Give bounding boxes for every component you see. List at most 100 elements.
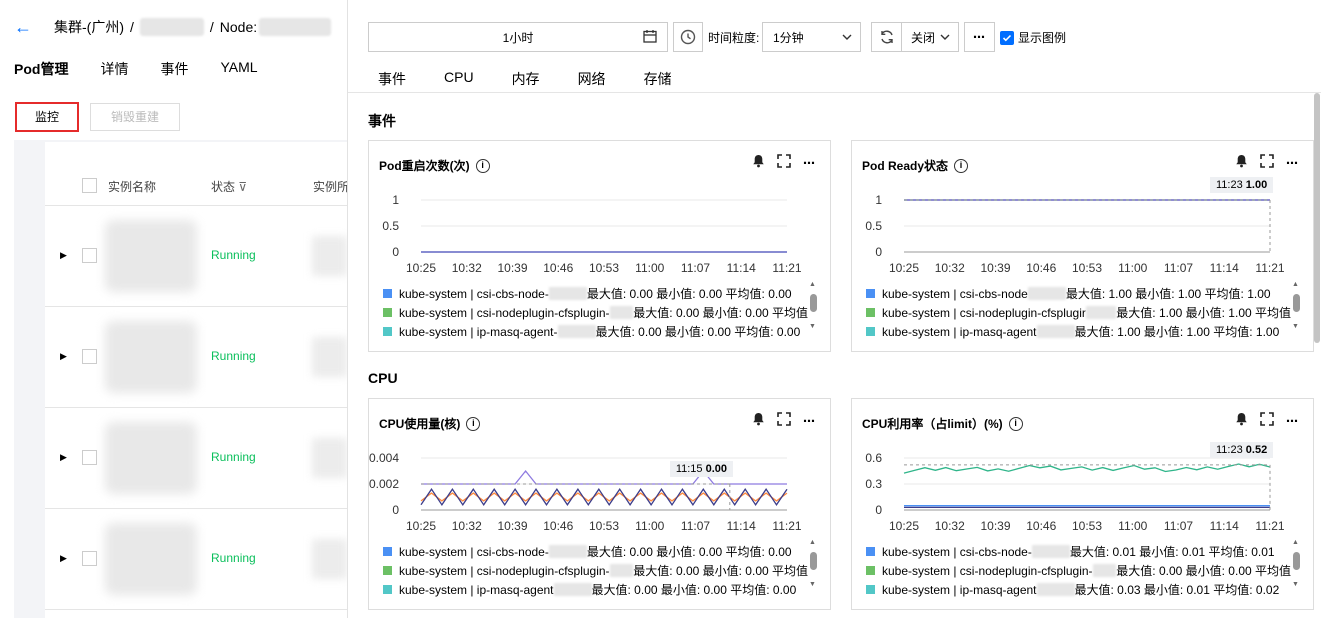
scrollbar-thumb[interactable] [1293, 294, 1300, 312]
bell-icon[interactable] [1235, 412, 1248, 429]
legend-item[interactable]: kube-system | csi-cbs-node- 最大值: 0.00 最小… [383, 284, 808, 303]
x-tick-label: 10:39 [497, 261, 527, 275]
expand-icon[interactable]: ▶ [60, 452, 67, 463]
chevron-down-icon [842, 30, 852, 47]
scroll-up-icon[interactable]: ▲ [1292, 539, 1299, 546]
action-bar: 监控 销毁重建 [0, 82, 347, 140]
scroll-down-icon[interactable]: ▼ [809, 581, 816, 588]
fullscreen-icon[interactable] [1260, 154, 1274, 171]
filter-icon[interactable]: ⊽ [238, 180, 247, 194]
scroll-down-icon[interactable]: ▼ [1292, 323, 1299, 330]
legend-item[interactable]: kube-system | ip-masq-agent 最大值: 0.00 最小… [383, 580, 808, 599]
expand-icon[interactable]: ▶ [60, 553, 67, 564]
legend-item[interactable]: kube-system | csi-cbs-node- 最大值: 0.01 最小… [866, 542, 1291, 561]
checkbox-checked-icon[interactable] [1000, 30, 1014, 45]
pod-name-masked[interactable] [105, 422, 197, 494]
legend-item[interactable]: kube-system | csi-nodeplugin-cfsplugin- … [383, 561, 808, 580]
header-status[interactable]: 状态 ⊽ [211, 178, 247, 195]
select-all-checkbox[interactable] [82, 178, 97, 193]
refresh-icon[interactable] [871, 22, 902, 52]
pod-name-masked[interactable] [105, 321, 197, 393]
row-checkbox[interactable] [82, 450, 97, 465]
more-icon[interactable]: ⋯ [803, 156, 816, 170]
x-tick-label: 10:46 [543, 261, 573, 275]
row-checkbox[interactable] [82, 551, 97, 566]
masked-cell [312, 539, 347, 579]
scroll-up-icon[interactable]: ▲ [1292, 281, 1299, 288]
legend-scrollbar[interactable]: ▲ ▼ [808, 281, 818, 336]
auto-refresh-value: 关闭 [911, 30, 936, 45]
pod-name-masked[interactable] [105, 220, 197, 292]
line-chart[interactable]: 1 0.5 0 10:25 10:32 10:39 10:46 10:53 11:00 11:07… [852, 181, 1315, 281]
rebuild-button[interactable]: 销毁重建 [90, 103, 180, 131]
line-chart[interactable]: 0.004 0.002 0 10:25 10:32 10:39 10:46 10:53 11:0… [369, 439, 832, 539]
clock-icon[interactable] [673, 22, 703, 52]
expand-icon[interactable]: ▶ [60, 351, 67, 362]
info-icon[interactable]: i [466, 416, 481, 431]
fullscreen-icon[interactable] [777, 154, 791, 171]
chart-legend: kube-system | csi-cbs-node- 最大值: 0.00 最小… [383, 284, 808, 341]
info-icon[interactable]: i [475, 158, 490, 173]
info-icon[interactable]: i [954, 158, 969, 173]
masked-cell [312, 337, 347, 377]
bell-icon[interactable] [752, 154, 765, 171]
scrollbar-thumb[interactable] [1314, 93, 1320, 343]
x-tick-label: 10:25 [406, 261, 436, 275]
legend-item[interactable]: kube-system | ip-masq-agent- 最大值: 0.00 最… [383, 322, 808, 341]
legend-item[interactable]: kube-system | ip-masq-agent 最大值: 1.00 最小… [866, 322, 1291, 341]
legend-item[interactable]: kube-system | csi-nodeplugin-cfsplugin- … [866, 561, 1291, 580]
legend-item[interactable]: kube-system | ip-masq-agent 最大值: 0.03 最小… [866, 580, 1291, 599]
drawer-scrollbar[interactable] [1313, 93, 1321, 618]
more-icon[interactable]: ⋯ [1286, 414, 1299, 428]
metric-tab-memory[interactable]: 内存 [512, 69, 540, 89]
row-checkbox[interactable] [82, 248, 97, 263]
more-icon[interactable]: ⋯ [803, 414, 816, 428]
line-chart[interactable]: 1 0.5 0 10:25 10:32 10:39 10:46 10:53 11:00 11:07… [369, 181, 832, 281]
granularity-value: 1分钟 [773, 30, 804, 45]
x-tick-label: 10:39 [980, 519, 1010, 533]
auto-refresh-select[interactable]: 关闭 [901, 22, 959, 52]
scroll-down-icon[interactable]: ▼ [1292, 581, 1299, 588]
legend-item[interactable]: kube-system | csi-cbs-node 最大值: 1.00 最小值… [866, 284, 1291, 303]
series-line [420, 488, 788, 506]
row-checkbox[interactable] [82, 349, 97, 364]
time-range-picker[interactable]: 1小时 [368, 22, 668, 52]
more-icon[interactable]: ⋯ [964, 22, 995, 52]
breadcrumb-cluster[interactable]: 集群-(广州) [54, 17, 124, 37]
show-legend-checkbox[interactable]: 显示图例 [1000, 29, 1066, 46]
monitor-button[interactable]: 监控 [15, 102, 79, 132]
legend-item[interactable]: kube-system | csi-cbs-node- 最大值: 0.00 最小… [383, 542, 808, 561]
metric-tab-cpu[interactable]: CPU [444, 69, 474, 89]
info-icon[interactable]: i [1008, 416, 1023, 431]
legend-series-name: kube-system | csi-nodeplugin-cfsplugin- [399, 305, 610, 320]
x-tick-label: 10:32 [452, 519, 482, 533]
granularity-select[interactable]: 1分钟 [762, 22, 861, 52]
node-name-masked [259, 18, 332, 36]
legend-item[interactable]: kube-system | csi-nodeplugin-cfsplugin- … [383, 303, 808, 322]
more-icon[interactable]: ⋯ [1286, 156, 1299, 170]
scrollbar-thumb[interactable] [810, 552, 817, 570]
x-tick-label: 10:53 [1072, 261, 1102, 275]
metric-tab-storage[interactable]: 存储 [644, 69, 672, 89]
fullscreen-icon[interactable] [777, 412, 791, 429]
scroll-down-icon[interactable]: ▼ [809, 323, 816, 330]
scroll-up-icon[interactable]: ▲ [809, 281, 816, 288]
scroll-up-icon[interactable]: ▲ [809, 539, 816, 546]
legend-scrollbar[interactable]: ▲ ▼ [1291, 539, 1301, 594]
scrollbar-thumb[interactable] [1293, 552, 1300, 570]
scrollbar-thumb[interactable] [810, 294, 817, 312]
pod-name-masked[interactable] [105, 523, 197, 595]
x-tick-label: 11:14 [1210, 261, 1239, 275]
legend-item[interactable]: kube-system | csi-nodeplugin-cfsplugir 最… [866, 303, 1291, 322]
chart-legend: kube-system | csi-cbs-node- 最大值: 0.00 最小… [383, 542, 808, 599]
expand-icon[interactable]: ▶ [60, 250, 67, 261]
legend-scrollbar[interactable]: ▲ ▼ [808, 539, 818, 594]
metric-tab-network[interactable]: 网络 [578, 69, 606, 89]
bell-icon[interactable] [1235, 154, 1248, 171]
back-arrow-icon[interactable]: ← [14, 18, 32, 36]
fullscreen-icon[interactable] [1260, 412, 1274, 429]
legend-scrollbar[interactable]: ▲ ▼ [1291, 281, 1301, 336]
bell-icon[interactable] [752, 412, 765, 429]
metric-tab-events[interactable]: 事件 [378, 69, 406, 89]
legend-swatch [383, 289, 392, 298]
